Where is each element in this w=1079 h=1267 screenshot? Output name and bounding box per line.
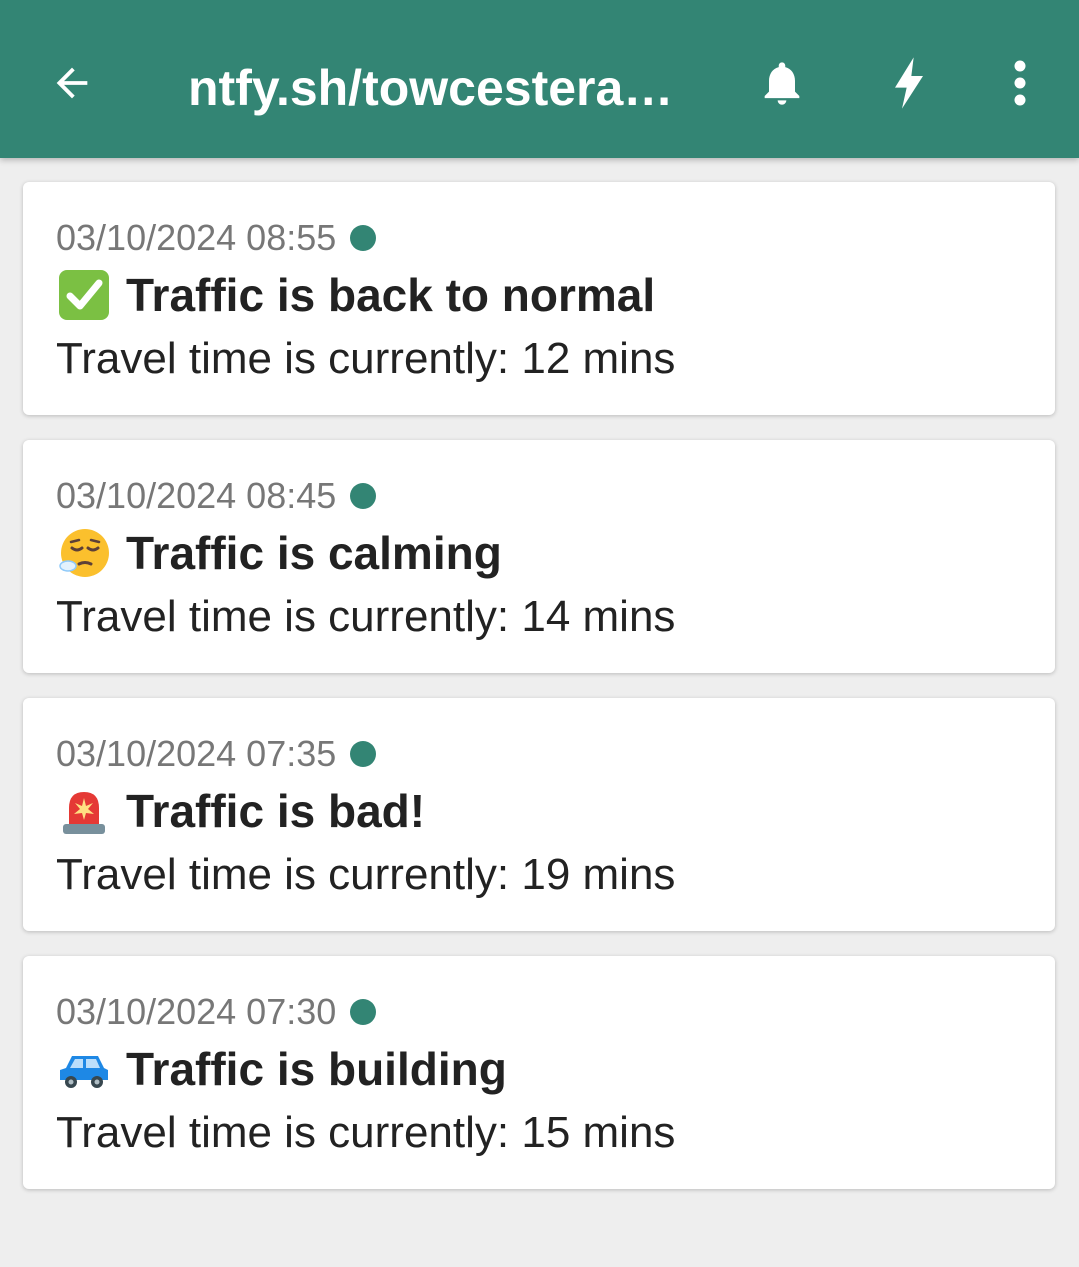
notification-message: Travel time is currently: 15 mins — [56, 1108, 676, 1157]
instant-delivery-button[interactable] — [879, 50, 939, 120]
unread-dot — [350, 999, 377, 1025]
suv-car-icon — [56, 1041, 112, 1097]
notification-title: Traffic is calming — [126, 527, 502, 579]
notification-title: Traffic is building — [126, 1043, 507, 1095]
notification-title-row: Traffic is back to normal — [56, 268, 655, 322]
notification-message: Travel time is currently: 14 mins — [56, 592, 676, 641]
notification-card[interactable]: 03/10/2024 08:45 Traffic is calming Trav… — [23, 440, 1055, 673]
notification-time-row: 03/10/2024 08:45 — [56, 474, 377, 518]
more-vert-icon — [1013, 60, 1027, 111]
bolt-icon — [889, 55, 929, 116]
notification-title: Traffic is bad! — [126, 785, 426, 837]
police-light-icon — [56, 783, 112, 839]
notification-message: Travel time is currently: 12 mins — [56, 334, 676, 383]
more-options-button[interactable] — [990, 50, 1050, 120]
back-button[interactable] — [42, 50, 102, 120]
notification-title-row: Traffic is calming — [56, 526, 502, 580]
notification-time-row: 03/10/2024 08:55 — [56, 216, 377, 260]
unread-dot — [350, 225, 377, 251]
check-mark-button-icon — [56, 267, 112, 323]
unread-dot — [350, 741, 377, 767]
notification-time: 03/10/2024 08:45 — [56, 475, 337, 516]
back-arrow-icon — [49, 60, 95, 111]
notification-title-row: Traffic is bad! — [56, 784, 425, 838]
notification-title: Traffic is back to normal — [126, 269, 656, 321]
face-exhaling-icon — [56, 525, 112, 581]
notification-card[interactable]: 03/10/2024 07:35 Traffic is bad! Travel … — [23, 698, 1055, 931]
notification-time-row: 03/10/2024 07:30 — [56, 990, 377, 1034]
notification-message: Travel time is currently: 19 mins — [56, 850, 676, 899]
app-bar: ntfy.sh/towcestera… — [0, 0, 1079, 158]
notification-title-row: Traffic is building — [56, 1042, 507, 1096]
notification-card[interactable]: 03/10/2024 08:55 Traffic is back to norm… — [23, 182, 1055, 415]
bell-icon — [756, 53, 808, 118]
notification-settings-button[interactable] — [752, 50, 812, 120]
notification-time: 03/10/2024 07:30 — [56, 991, 337, 1032]
notification-time-row: 03/10/2024 07:35 — [56, 732, 377, 776]
notification-time: 03/10/2024 07:35 — [56, 733, 337, 774]
unread-dot — [350, 483, 377, 509]
topic-title: ntfy.sh/towcestera… — [188, 60, 674, 116]
notification-card[interactable]: 03/10/2024 07:30 Traffic is building Tra… — [23, 956, 1055, 1189]
notification-time: 03/10/2024 08:55 — [56, 217, 337, 258]
